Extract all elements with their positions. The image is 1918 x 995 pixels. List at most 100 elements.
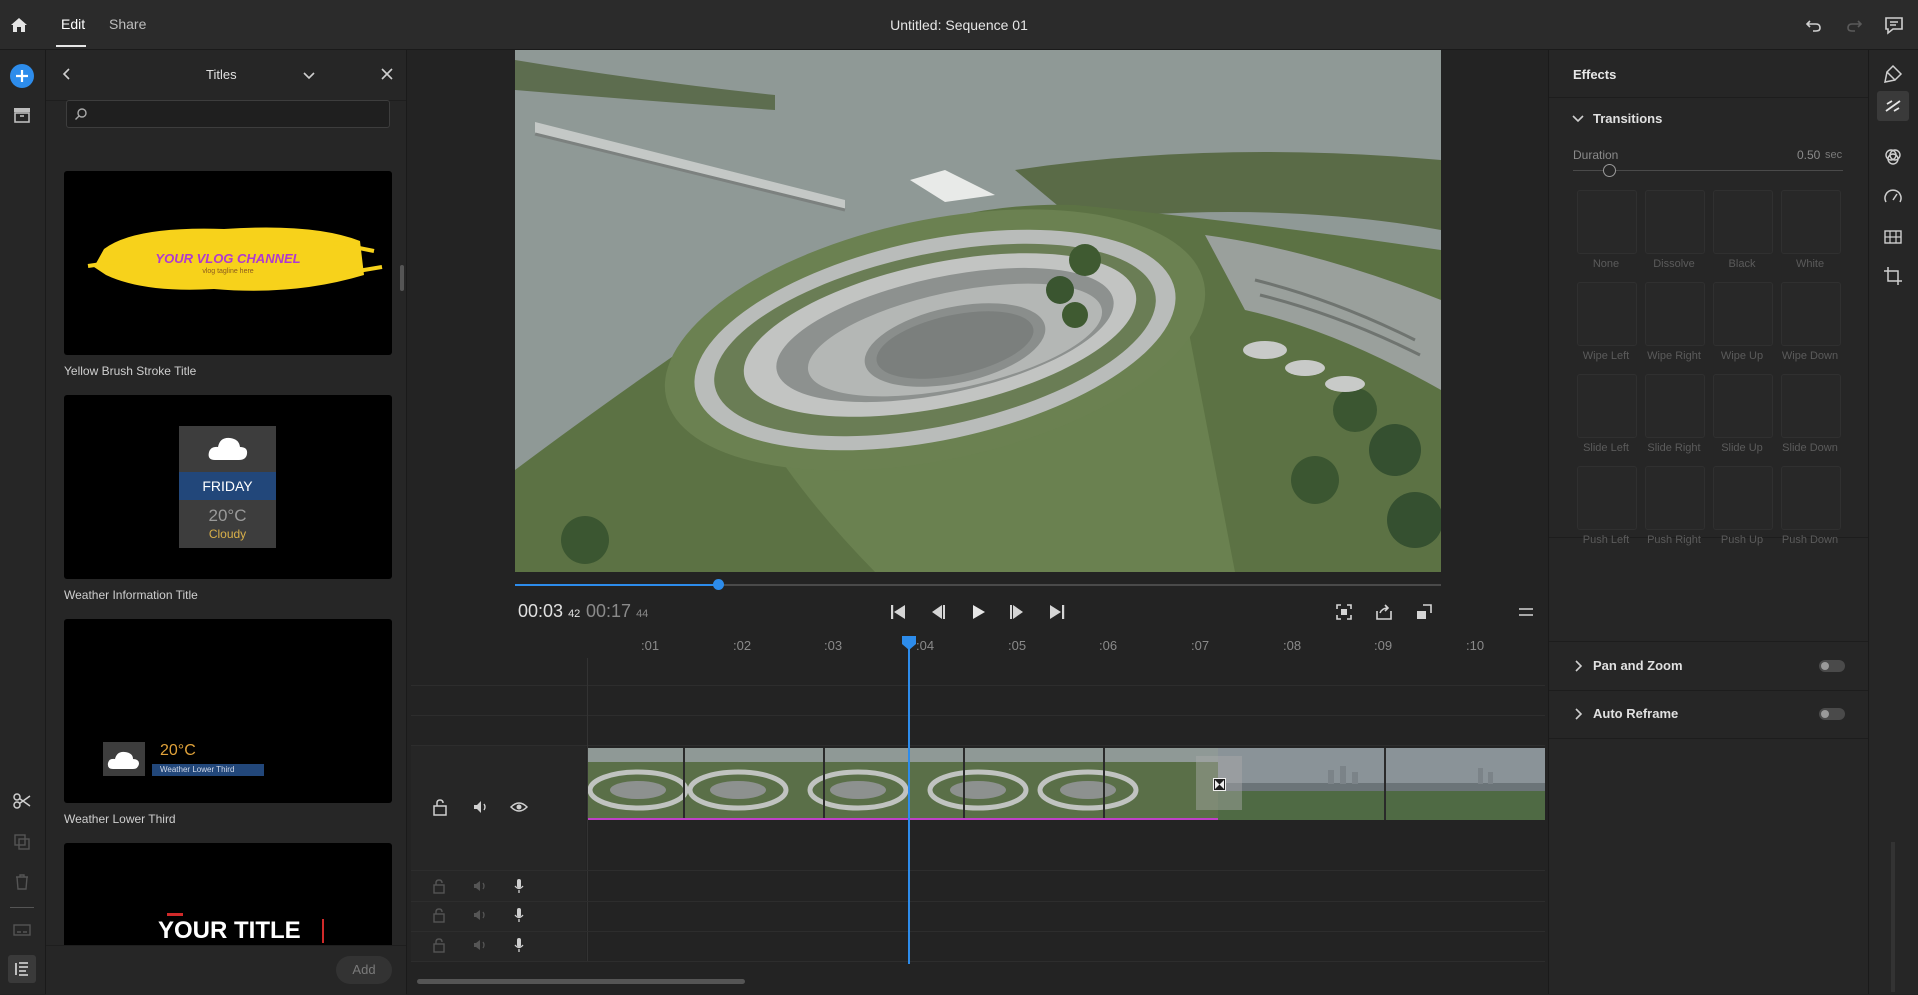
active-tab-indicator	[56, 45, 86, 47]
microphone-icon[interactable]	[512, 878, 526, 894]
transition-none-tile[interactable]	[1577, 190, 1637, 254]
aspect-ratio-icon[interactable]	[1415, 603, 1433, 621]
play-icon[interactable]	[969, 603, 987, 621]
color-tool-icon[interactable]	[1883, 147, 1903, 167]
ruler-tick: :04	[916, 638, 935, 653]
timeline-menu-icon[interactable]	[1518, 604, 1534, 620]
clip-marker-bar	[588, 818, 1218, 820]
transitions-section: Transitions Duration 0.50 sec None Disso…	[1549, 97, 1868, 546]
chevron-right-icon[interactable]	[1573, 707, 1585, 721]
transition-push-up-tile[interactable]	[1713, 466, 1773, 530]
close-icon[interactable]	[380, 67, 394, 81]
speaker-icon[interactable]	[472, 907, 488, 923]
duration-unit: sec	[1825, 149, 1843, 161]
eye-icon[interactable]	[510, 799, 528, 815]
speaker-icon[interactable]	[472, 937, 488, 953]
titles-panel-button[interactable]	[8, 955, 36, 983]
transitions-label[interactable]: Transitions	[1593, 111, 1662, 126]
step-back-icon[interactable]	[929, 603, 947, 621]
transition-label: Slide Left	[1583, 442, 1629, 454]
transition-dissolve-tile[interactable]	[1645, 190, 1705, 254]
playhead-line[interactable]	[908, 636, 910, 964]
transition-wipe-up-tile[interactable]	[1713, 282, 1773, 346]
panel-scrollbar[interactable]	[400, 265, 404, 291]
transition-slide-right-tile[interactable]	[1645, 374, 1705, 438]
total-time: 00:17	[586, 601, 632, 621]
titles-search-box[interactable]	[66, 100, 390, 128]
feedback-icon[interactable]	[1883, 14, 1905, 36]
transition-icon[interactable]	[1213, 778, 1226, 791]
video-clip-2[interactable]	[1218, 748, 1545, 820]
undo-icon[interactable]	[1804, 15, 1824, 35]
lock-icon[interactable]	[432, 907, 446, 923]
transitions-tool-button[interactable]	[1877, 91, 1909, 121]
transition-wipe-left-tile[interactable]	[1577, 282, 1637, 346]
adjust-tool-icon[interactable]	[1883, 227, 1903, 247]
transition-white-tile[interactable]	[1781, 190, 1841, 254]
project-panel-icon[interactable]	[12, 106, 32, 124]
title-template-yellow-brush[interactable]: YOUR VLOG CHANNEL vlog tagline here	[64, 171, 392, 355]
playhead-handle[interactable]	[902, 636, 916, 650]
transition-wipe-down-tile[interactable]	[1781, 282, 1841, 346]
step-forward-icon[interactable]	[1008, 603, 1026, 621]
transition-black-tile[interactable]	[1713, 190, 1773, 254]
transition-push-left-tile[interactable]	[1577, 466, 1637, 530]
cut-icon[interactable]	[12, 791, 32, 811]
lock-icon[interactable]	[432, 878, 446, 894]
title-template-weather-info[interactable]: FRIDAY 20°C Cloudy	[64, 395, 392, 579]
lock-icon[interactable]	[432, 798, 448, 816]
speaker-icon[interactable]	[472, 798, 490, 816]
add-title-button[interactable]: Add	[336, 956, 392, 984]
ruler-tick: :09	[1374, 638, 1393, 653]
go-to-start-icon[interactable]	[889, 603, 907, 621]
text-tool-icon[interactable]	[1883, 64, 1903, 84]
duration-value[interactable]: 0.50	[1797, 148, 1820, 162]
titles-panel: Titles YOUR VLOG CHANNEL vlog tagline he…	[46, 50, 407, 995]
timeline-scrollbar[interactable]	[417, 979, 745, 984]
ruler-tick: :03	[824, 638, 843, 653]
delete-icon[interactable]	[12, 872, 32, 892]
pan-zoom-toggle[interactable]	[1819, 660, 1845, 672]
transition-wipe-right-tile[interactable]	[1645, 282, 1705, 346]
video-clip-1[interactable]	[588, 748, 1218, 820]
chevron-down-icon[interactable]	[302, 68, 316, 82]
transition-push-right-tile[interactable]	[1645, 466, 1705, 530]
auto-reframe-section[interactable]: Auto Reframe	[1549, 690, 1868, 739]
chevron-right-icon[interactable]	[1573, 659, 1585, 673]
transition-label: Wipe Up	[1720, 350, 1764, 362]
pan-zoom-section[interactable]: Pan and Zoom	[1549, 641, 1868, 691]
transition-slide-left-tile[interactable]	[1577, 374, 1637, 438]
ruler-tick: :07	[1191, 638, 1210, 653]
transition-slide-up-tile[interactable]	[1713, 374, 1773, 438]
search-input[interactable]	[95, 104, 379, 124]
go-to-end-icon[interactable]	[1048, 603, 1066, 621]
lock-icon[interactable]	[432, 937, 446, 953]
auto-reframe-toggle[interactable]	[1819, 708, 1845, 720]
microphone-icon[interactable]	[512, 937, 526, 953]
add-media-button[interactable]	[10, 64, 34, 88]
fit-frame-icon[interactable]	[1335, 603, 1353, 621]
title-template-your-title[interactable]: YOUR TITLE	[64, 843, 392, 945]
audio-meter	[1891, 842, 1895, 992]
weather-day: FRIDAY	[179, 472, 276, 500]
back-icon[interactable]	[60, 67, 74, 81]
redo-icon[interactable]	[1844, 15, 1864, 35]
caption-icon[interactable]	[12, 922, 32, 938]
speed-tool-icon[interactable]	[1883, 187, 1903, 207]
program-monitor[interactable]	[515, 50, 1441, 572]
export-frame-icon[interactable]	[1375, 603, 1393, 621]
track-divider	[411, 715, 1545, 716]
scrub-handle[interactable]	[713, 579, 725, 590]
cloud-box	[103, 742, 145, 776]
duration-slider-handle[interactable]	[1603, 164, 1616, 177]
transition-push-down-tile[interactable]	[1781, 466, 1841, 530]
crop-tool-icon[interactable]	[1883, 266, 1903, 286]
chevron-down-icon[interactable]	[1571, 112, 1585, 126]
lower-third-caption: Weather Lower Third	[152, 764, 264, 776]
duration-label: Duration	[1573, 148, 1619, 162]
speaker-icon[interactable]	[472, 878, 488, 894]
transition-slide-down-tile[interactable]	[1781, 374, 1841, 438]
duplicate-icon[interactable]	[12, 832, 32, 852]
title-template-weather-lower-third[interactable]: 20°C Weather Lower Third	[64, 619, 392, 803]
microphone-icon[interactable]	[512, 907, 526, 923]
